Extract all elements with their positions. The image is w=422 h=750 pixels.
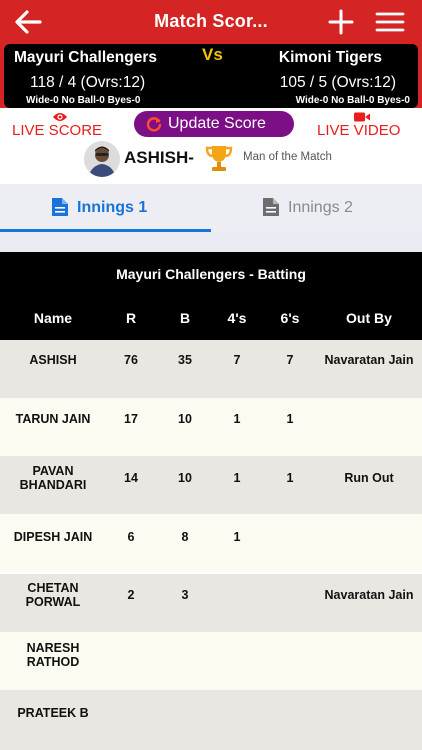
player-name: PRATEEK B <box>17 706 89 720</box>
table-row[interactable]: NARESH RATHOD <box>0 632 422 690</box>
team-a-score: 118 / 4 (Ovrs:12) <box>30 74 146 91</box>
action-row: LIVE SCORE Update Score LIVE VIDEO ASHIS… <box>0 108 422 184</box>
sixes-cell: 7 <box>286 353 294 367</box>
man-of-match-name: ASHISH- <box>124 148 194 167</box>
tab-innings-1[interactable]: Innings 1 <box>0 184 211 232</box>
plus-icon[interactable] <box>326 8 356 36</box>
player-name-line-2: PORWAL <box>25 595 81 609</box>
team-b-name: Kimoni Tigers <box>278 49 382 66</box>
balls-cell: 10 <box>178 471 192 485</box>
player-name-line-1: PAVAN <box>32 464 74 478</box>
player-name-line-2: BHANDARI <box>19 478 87 492</box>
video-camera-icon <box>353 110 371 122</box>
team-b-extras: Wide-0 No Ball-0 Byes-0 <box>295 95 410 106</box>
refresh-icon <box>146 116 162 132</box>
column-header-fours: 4's <box>227 310 247 326</box>
player-name: NARESH RATHOD <box>0 641 106 669</box>
fours-cell: 1 <box>233 530 241 544</box>
update-score-button[interactable]: Update Score <box>134 111 294 137</box>
fours-cell: 1 <box>233 471 241 485</box>
player-name-line-1: CHETAN <box>27 581 79 595</box>
tab-innings-1-label: Innings 1 <box>77 199 148 216</box>
column-header-balls: B <box>179 310 191 326</box>
out-by-cell: Navaratan Jain <box>324 588 414 602</box>
column-header-runs: R <box>125 310 137 326</box>
column-header-name: Name <box>33 310 73 326</box>
out-by-cell: Run Out <box>344 471 394 485</box>
team-b-score: 105 / 5 (Ovrs:12) <box>279 74 396 91</box>
player-name-line-1: NARESH <box>26 641 80 655</box>
sixes-cell: 1 <box>286 471 294 485</box>
column-header-sixes: 6's <box>280 310 300 326</box>
scoreboard-area: Mayuri Challengers Vs Kimoni Tigers 118 … <box>0 44 422 108</box>
team-a-name: Mayuri Challengers <box>14 49 157 66</box>
vs-label: Vs <box>202 45 223 64</box>
document-icon <box>262 197 280 217</box>
table-row[interactable]: CHETAN PORWAL 2 3 Navaratan Jain <box>0 574 422 632</box>
player-name: PAVAN BHANDARI <box>0 464 106 492</box>
runs-cell: 2 <box>127 588 135 602</box>
document-icon <box>51 197 69 217</box>
table-row[interactable]: PAVAN BHANDARI 14 10 1 1 Run Out <box>0 456 422 514</box>
eye-icon <box>52 110 68 122</box>
update-score-label: Update Score <box>168 115 266 132</box>
player-name: DIPESH JAIN <box>13 530 93 544</box>
table-row[interactable]: PRATEEK B <box>0 690 422 750</box>
live-video-link[interactable]: LIVE VIDEO <box>317 122 400 139</box>
player-name: TARUN JAIN <box>15 412 91 426</box>
fours-cell: 1 <box>233 412 241 426</box>
player-name: ASHISH <box>29 353 77 367</box>
innings-tab-bar: Innings 1 Innings 2 <box>0 184 422 232</box>
table-row[interactable]: TARUN JAIN 17 10 1 1 <box>0 398 422 456</box>
score-card: Mayuri Challengers Vs Kimoni Tigers 118 … <box>4 44 418 108</box>
balls-cell: 3 <box>181 588 189 602</box>
live-score-link[interactable]: LIVE SCORE <box>12 122 102 139</box>
runs-cell: 17 <box>124 412 138 426</box>
hamburger-menu-icon[interactable] <box>374 10 406 34</box>
sixes-cell: 1 <box>286 412 294 426</box>
runs-cell: 6 <box>127 530 135 544</box>
trophy-icon <box>203 143 235 173</box>
batting-table-header: Mayuri Challengers - Batting Name R B 4'… <box>0 252 422 340</box>
player-name-line-2: RATHOD <box>26 655 80 669</box>
match-scorecard-screen: Match Scor... Mayuri Challengers Vs Kimo… <box>0 0 422 750</box>
fours-cell: 7 <box>233 353 241 367</box>
player-name: CHETAN PORWAL <box>0 581 106 609</box>
avatar <box>84 141 120 177</box>
runs-cell: 14 <box>124 471 138 485</box>
team-a-extras: Wide-0 No Ball-0 Byes-0 <box>26 95 141 106</box>
column-header-out-by: Out By <box>346 310 392 326</box>
tab-content-spacer <box>0 232 422 252</box>
batting-table-title: Mayuri Challengers - Batting <box>116 266 306 282</box>
balls-cell: 10 <box>178 412 192 426</box>
runs-cell: 76 <box>124 353 138 367</box>
top-app-bar: Match Scor... <box>0 0 422 44</box>
table-row[interactable]: DIPESH JAIN 6 8 1 <box>0 514 422 572</box>
page-title: Match Scor... <box>154 11 268 31</box>
man-of-match-label: Man of the Match <box>243 151 332 163</box>
table-row[interactable]: ASHISH 76 35 7 7 Navaratan Jain <box>0 340 422 398</box>
balls-cell: 35 <box>178 353 192 367</box>
tab-innings-2-label: Innings 2 <box>288 199 353 216</box>
balls-cell: 8 <box>181 530 189 544</box>
tab-innings-2[interactable]: Innings 2 <box>211 184 422 232</box>
out-by-cell: Navaratan Jain <box>324 353 414 367</box>
